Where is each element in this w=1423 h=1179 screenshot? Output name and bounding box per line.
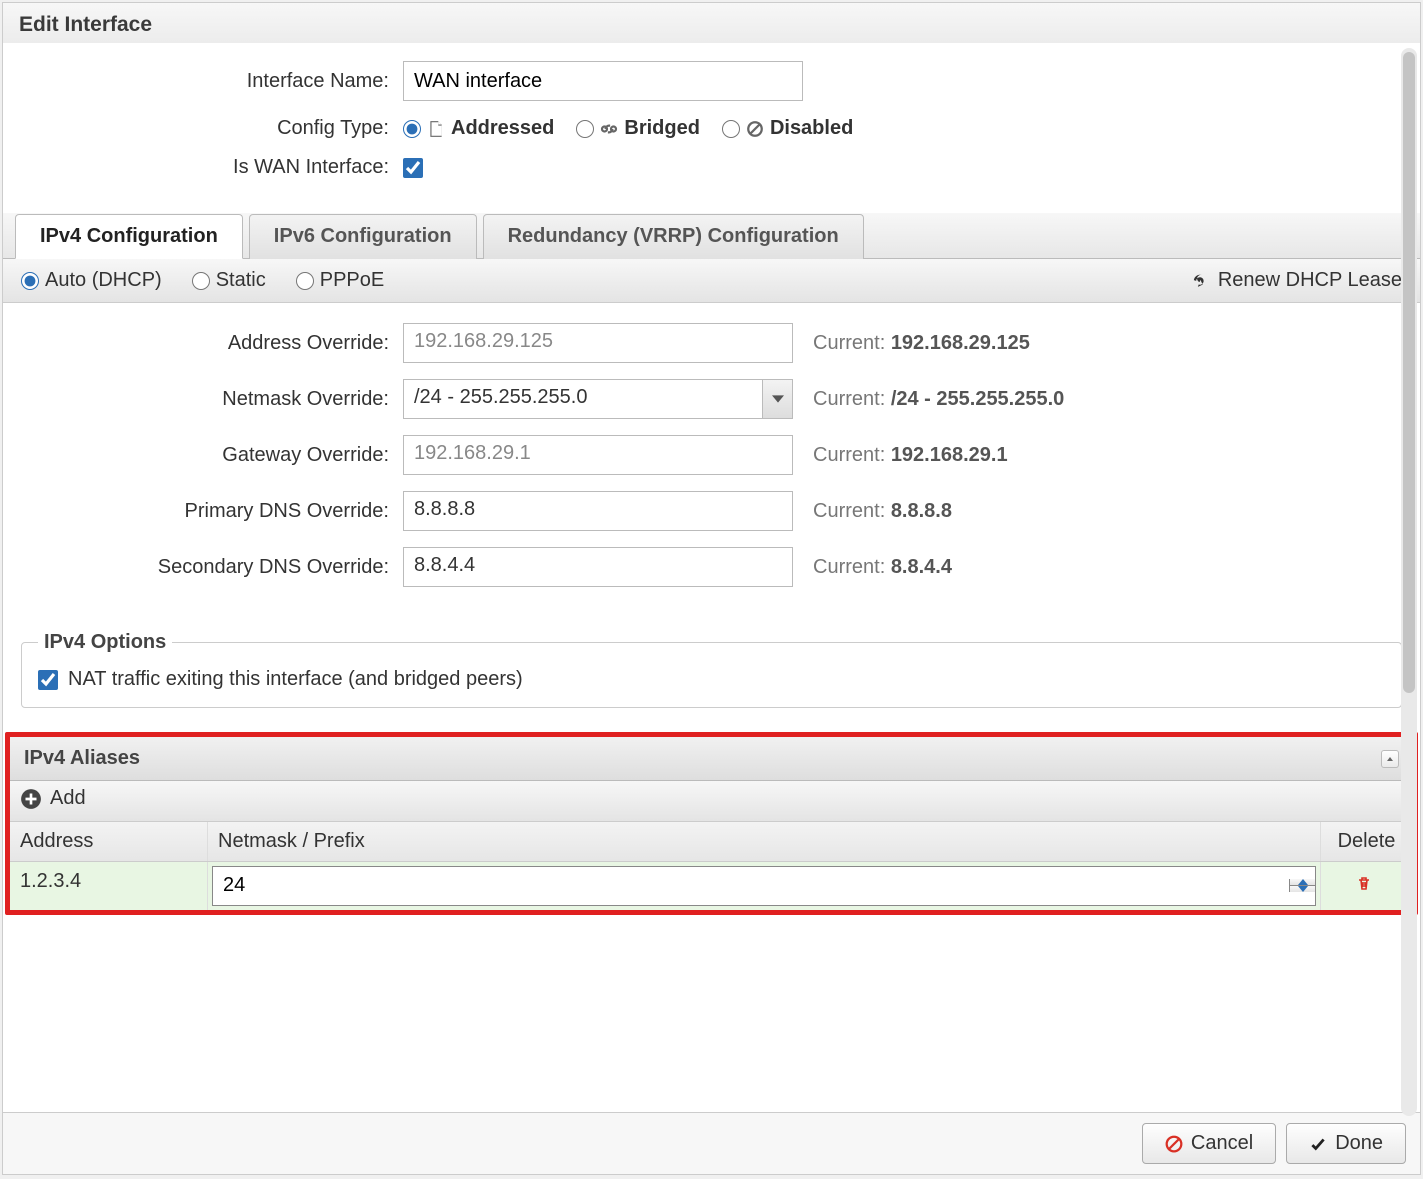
col-address: Address (10, 822, 208, 861)
tab-body: Auto (DHCP) Static PPPoE Renew DHCP Leas… (3, 259, 1420, 1174)
add-alias-label: Add (50, 787, 86, 810)
renew-dhcp-lease-button[interactable]: Renew DHCP Lease (1190, 269, 1402, 292)
interface-name-label: Interface Name: (23, 70, 403, 93)
collapse-icon[interactable] (1381, 750, 1399, 768)
netmask-override-label: Netmask Override: (13, 388, 403, 411)
col-netmask: Netmask / Prefix (208, 822, 1321, 861)
renew-dhcp-lease-label: Renew DHCP Lease (1218, 269, 1402, 292)
ipv4-mode-bar: Auto (DHCP) Static PPPoE Renew DHCP Leas… (3, 259, 1420, 303)
gateway-override-input[interactable]: 192.168.29.1 (403, 435, 793, 475)
config-type-disabled[interactable]: Disabled (722, 117, 853, 140)
netmask-override-current: Current: /24 - 255.255.255.0 (813, 388, 1064, 411)
interface-name-input[interactable] (403, 61, 803, 101)
tab-ipv6[interactable]: IPv6 Configuration (249, 214, 477, 259)
mode-static[interactable]: Static (192, 269, 266, 292)
alias-netmask-input[interactable] (213, 870, 1289, 901)
col-delete: Delete (1321, 822, 1413, 861)
top-form: Interface Name: Config Type: Addressed (3, 43, 1420, 209)
document-icon (427, 120, 445, 138)
netmask-override-value: /24 - 255.255.255.0 (404, 380, 762, 418)
tab-vrrp[interactable]: Redundancy (VRRP) Configuration (483, 214, 864, 259)
config-type-disabled-label: Disabled (770, 117, 853, 140)
nat-traffic-label: NAT traffic exiting this interface (and … (68, 668, 523, 691)
address-override-current: Current: 192.168.29.125 (813, 332, 1030, 355)
cancel-icon (1165, 1135, 1183, 1153)
mode-static-label: Static (216, 269, 266, 292)
edit-interface-dialog: Edit Interface Interface Name: Config Ty… (2, 2, 1421, 1175)
nat-traffic-checkbox[interactable] (38, 670, 58, 690)
mode-pppoe[interactable]: PPPoE (296, 269, 384, 292)
dialog-title: Edit Interface (3, 3, 1420, 43)
tab-ipv4[interactable]: IPv4 Configuration (15, 214, 243, 259)
delete-alias-button[interactable] (1356, 875, 1378, 897)
config-type-bridged[interactable]: Bridged (576, 117, 700, 140)
cancel-label: Cancel (1191, 1132, 1253, 1155)
alias-address-cell[interactable]: 1.2.3.4 (10, 862, 208, 910)
plus-circle-icon (20, 788, 42, 810)
primary-dns-label: Primary DNS Override: (13, 500, 403, 523)
vertical-scrollbar[interactable] (1401, 48, 1417, 1116)
ipv4-options-legend: IPv4 Options (38, 631, 172, 654)
done-label: Done (1335, 1132, 1383, 1155)
is-wan-checkbox[interactable] (403, 158, 423, 178)
primary-dns-current: Current: 8.8.8.8 (813, 500, 952, 523)
gateway-override-current: Current: 192.168.29.1 (813, 444, 1008, 467)
chevron-down-icon[interactable] (762, 380, 792, 418)
aliases-toolbar: Add (10, 781, 1413, 822)
gateway-override-label: Gateway Override: (13, 444, 403, 467)
cancel-button[interactable]: Cancel (1142, 1123, 1276, 1164)
secondary-dns-current: Current: 8.8.4.4 (813, 556, 952, 579)
spinner-down-icon[interactable] (1290, 886, 1315, 892)
config-type-label: Config Type: (23, 117, 403, 140)
config-type-addressed-label: Addressed (451, 117, 554, 140)
ban-icon (746, 120, 764, 138)
refresh-icon (1190, 271, 1210, 291)
mode-auto-label: Auto (DHCP) (45, 269, 162, 292)
scrollbar-thumb[interactable] (1403, 52, 1415, 693)
mode-auto-dhcp[interactable]: Auto (DHCP) (21, 269, 162, 292)
alias-row: 1.2.3.4 (10, 862, 1413, 910)
is-wan-label: Is WAN Interface: (23, 156, 403, 179)
aliases-grid-header: Address Netmask / Prefix Delete (10, 822, 1413, 862)
spinner-up-icon[interactable] (1290, 879, 1315, 886)
check-icon (1309, 1135, 1327, 1153)
primary-dns-input[interactable]: 8.8.8.8 (403, 491, 793, 531)
secondary-dns-label: Secondary DNS Override: (13, 556, 403, 579)
add-alias-button[interactable]: Add (20, 787, 86, 810)
dialog-footer: Cancel Done (3, 1112, 1420, 1174)
ipv4-aliases-title: IPv4 Aliases (24, 747, 140, 770)
netmask-override-select[interactable]: /24 - 255.255.255.0 (403, 379, 793, 419)
ipv4-aliases-section: IPv4 Aliases Add Address Netmask / Prefi… (5, 732, 1418, 915)
alias-netmask-spinner[interactable] (212, 866, 1316, 906)
ipv4-options-fieldset: IPv4 Options NAT traffic exiting this in… (21, 631, 1402, 708)
config-type-bridged-label: Bridged (624, 117, 700, 140)
secondary-dns-input[interactable]: 8.8.4.4 (403, 547, 793, 587)
mode-pppoe-label: PPPoE (320, 269, 384, 292)
tab-strip: IPv4 Configuration IPv6 Configuration Re… (3, 213, 1420, 259)
address-override-label: Address Override: (13, 332, 403, 355)
ipv4-aliases-header: IPv4 Aliases (10, 737, 1413, 781)
done-button[interactable]: Done (1286, 1123, 1406, 1164)
address-override-input[interactable]: 192.168.29.125 (403, 323, 793, 363)
link-icon (600, 120, 618, 138)
config-type-addressed[interactable]: Addressed (403, 117, 554, 140)
config-type-group: Addressed Bridged Disabled (403, 117, 853, 140)
ipv4-form: Address Override: 192.168.29.125 Current… (3, 303, 1420, 621)
